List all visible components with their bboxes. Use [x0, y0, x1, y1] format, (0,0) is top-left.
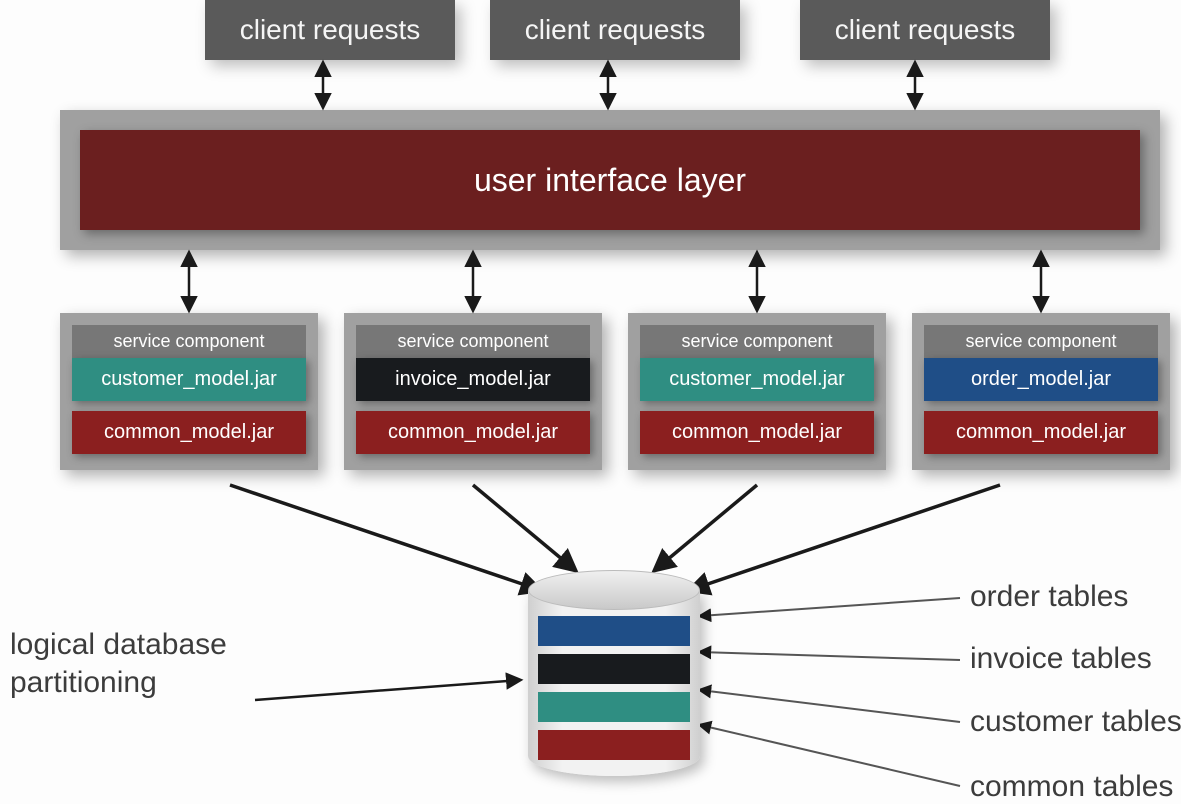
db-slice-order — [538, 616, 690, 646]
ui-layer: user interface layer — [80, 130, 1140, 230]
partition-label: logical databasepartitioning — [10, 626, 227, 701]
common-tables-label: common tables — [970, 770, 1173, 804]
db-slice-customer — [538, 692, 690, 722]
client-requests-box: client requests — [205, 0, 455, 60]
invoice-tables-label: invoice tables — [970, 642, 1152, 676]
model-jar: order_model.jar — [924, 358, 1158, 401]
ui-layer-label: user interface layer — [474, 162, 746, 199]
common-jar: common_model.jar — [356, 411, 590, 454]
service-component: service component customer_model.jar com… — [628, 313, 886, 470]
service-component-header: service component — [356, 325, 590, 358]
client-requests-label: client requests — [525, 14, 706, 46]
service-component-header: service component — [924, 325, 1158, 358]
customer-tables-label: customer tables — [970, 705, 1181, 739]
common-jar: common_model.jar — [640, 411, 874, 454]
model-jar: customer_model.jar — [640, 358, 874, 401]
common-jar: common_model.jar — [924, 411, 1158, 454]
db-slice-invoice — [538, 654, 690, 684]
service-component-header: service component — [640, 325, 874, 358]
client-requests-label: client requests — [240, 14, 421, 46]
database-icon — [528, 570, 700, 776]
ui-layer-container: user interface layer — [60, 110, 1160, 250]
service-component: service component invoice_model.jar comm… — [344, 313, 602, 470]
service-component-header: service component — [72, 325, 306, 358]
db-slice-common — [538, 730, 690, 760]
service-component: service component order_model.jar common… — [912, 313, 1170, 470]
model-jar: customer_model.jar — [72, 358, 306, 401]
order-tables-label: order tables — [970, 580, 1128, 614]
model-jar: invoice_model.jar — [356, 358, 590, 401]
client-requests-box: client requests — [800, 0, 1050, 60]
service-component: service component customer_model.jar com… — [60, 313, 318, 470]
client-requests-label: client requests — [835, 14, 1016, 46]
common-jar: common_model.jar — [72, 411, 306, 454]
database-top — [528, 570, 700, 610]
client-requests-box: client requests — [490, 0, 740, 60]
database-body — [528, 590, 700, 776]
